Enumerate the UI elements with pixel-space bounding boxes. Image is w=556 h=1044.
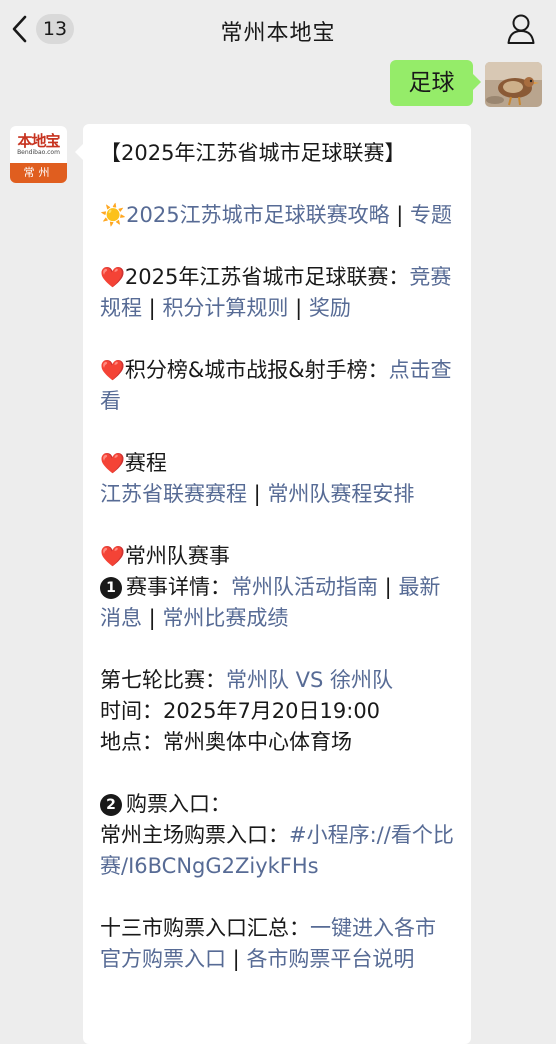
tickets-label: 购票入口：: [126, 792, 231, 816]
heart-icon: ❤️: [100, 265, 125, 289]
chat-title: 常州本地宝: [220, 21, 336, 46]
rewards-link[interactable]: 奖励: [309, 296, 351, 320]
separator: |: [226, 947, 247, 971]
number-two-icon: 2: [100, 794, 122, 816]
standings-paragraph: ❤️积分榜&城市战报&射手榜：点击查看: [100, 355, 455, 417]
outgoing-message-bubble[interactable]: 足球: [390, 60, 473, 106]
number-one-icon: 1: [100, 577, 122, 599]
my-avatar[interactable]: [485, 62, 542, 107]
separator: |: [142, 296, 163, 320]
heading-text: 【2025年江苏省城市足球联赛】: [100, 141, 406, 165]
schedule-label: 赛程: [124, 451, 167, 475]
person-icon: [507, 14, 535, 44]
platform-guide-link[interactable]: 各市购票平台说明: [246, 947, 414, 971]
standings-label: 积分榜&城市战报&射手榜：: [124, 358, 389, 382]
heart-icon: ❤️: [100, 358, 125, 382]
rules-paragraph: ❤️2025年江苏省城市足球联赛：竞赛规程 | 积分计算规则 | 奖励: [100, 262, 455, 324]
changzhou-schedule-link[interactable]: 常州队赛程安排: [267, 482, 414, 506]
match-results-link[interactable]: 常州比赛成绩: [162, 606, 288, 630]
bird-photo-icon: [485, 62, 542, 107]
sun-icon: ☀️: [100, 203, 127, 227]
heart-icon: ❤️: [100, 451, 125, 475]
round-label: 第七轮比赛：: [100, 668, 226, 692]
city-tickets-label: 十三市购票入口汇总：: [100, 916, 310, 940]
separator: |: [247, 482, 268, 506]
incoming-bubble-tail: [75, 144, 83, 160]
topic-link[interactable]: 专题: [410, 203, 452, 227]
logo-name: 本地宝: [17, 132, 60, 150]
home-tickets-label: 常州主场购票入口：: [100, 823, 289, 847]
tickets-paragraph: 2 购票入口： 常州主场购票入口：#小程序://看个比赛/I6BCNgG2ZiykF…: [100, 789, 455, 882]
match-link[interactable]: 常州队 VS 徐州队: [226, 668, 393, 692]
strategy-link[interactable]: 2025江苏城市足球联赛攻略: [126, 203, 389, 227]
account-avatar[interactable]: 本地宝 Bendibao.com 常州: [10, 126, 67, 183]
separator: |: [288, 296, 309, 320]
profile-button[interactable]: [506, 13, 536, 49]
event-details-label: 赛事详情：: [126, 575, 231, 599]
logo-city-band: 常州: [10, 163, 67, 183]
team-events-paragraph: ❤️常州队赛事 1 赛事详情：常州队活动指南 | 最新消息 | 常州比赛成绩: [100, 541, 455, 634]
separator: |: [378, 575, 399, 599]
match-venue: 地点：常州奥体中心体育场: [100, 730, 352, 754]
team-events-label: 常州队赛事: [124, 544, 230, 568]
activity-guide-link[interactable]: 常州队活动指南: [231, 575, 378, 599]
outgoing-bubble-tail: [473, 74, 481, 90]
schedule-paragraph: ❤️赛程江苏省联赛赛程 | 常州队赛程安排: [100, 448, 455, 510]
incoming-message-bubble: 【2025年江苏省城市足球联赛】 ☀️2025江苏城市足球联赛攻略 | 专题 ❤…: [83, 124, 471, 1044]
logo-subtext: Bendibao.com: [17, 149, 60, 156]
city-tickets-paragraph: 十三市购票入口汇总：一键进入各市官方购票入口 | 各市购票平台说明: [100, 913, 455, 975]
points-rules-link[interactable]: 积分计算规则: [162, 296, 288, 320]
top-nav-bar: 13 常州本地宝: [0, 0, 556, 58]
match-time: 时间：2025年7月20日19:00: [100, 699, 381, 723]
heart-icon: ❤️: [100, 544, 125, 568]
separator: |: [142, 606, 163, 630]
separator: |: [389, 203, 411, 227]
strategy-paragraph: ☀️2025江苏城市足球联赛攻略 | 专题: [100, 200, 455, 231]
round-seven-paragraph: 第七轮比赛：常州队 VS 徐州队时间：2025年7月20日19:00 地点：常州奥…: [100, 665, 455, 758]
message-heading: 【2025年江苏省城市足球联赛】: [100, 138, 455, 169]
province-schedule-link[interactable]: 江苏省联赛赛程: [100, 482, 247, 506]
rules-label: 2025年江苏省城市足球联赛：: [124, 265, 410, 289]
